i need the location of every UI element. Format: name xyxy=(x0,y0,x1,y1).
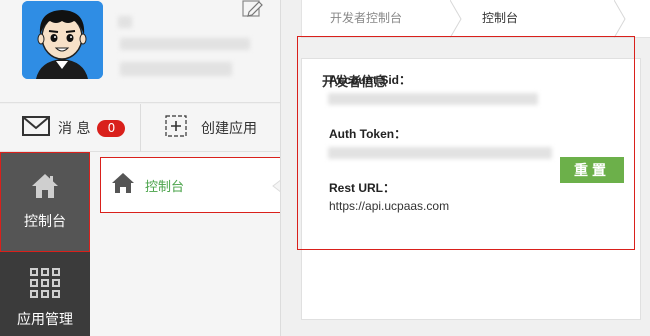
avatar[interactable] xyxy=(22,1,103,79)
main-content: 开发者控制台 控制台 开发者信息 Account Sid： Auth Token… xyxy=(280,0,650,336)
user-profile xyxy=(0,0,280,103)
subnav-label-console: 控制台 xyxy=(145,179,185,195)
console-page: 消 息 0 创建应用 控制台 应用管理 控制台 开发者控制台 控制台 开发者信息… xyxy=(0,0,650,336)
account-sid-value-redacted xyxy=(328,93,538,105)
sidebar-actions: 消 息 0 创建应用 xyxy=(0,104,280,152)
sub-nav: 控制台 xyxy=(90,152,287,336)
messages-button[interactable]: 消 息 0 xyxy=(0,104,140,152)
home-icon xyxy=(111,172,135,198)
envelope-icon xyxy=(22,116,50,140)
nav-label-console: 控制台 xyxy=(24,214,66,230)
auth-token-value-redacted xyxy=(328,147,552,159)
breadcrumb-item-console[interactable]: 控制台 xyxy=(482,0,518,37)
messages-label: 消 息 xyxy=(58,121,91,137)
main-nav: 控制台 应用管理 xyxy=(0,152,90,336)
add-app-icon xyxy=(165,115,187,141)
reset-button[interactable]: 重置 xyxy=(560,157,624,183)
grid-icon xyxy=(0,267,90,303)
username-redacted xyxy=(118,16,132,28)
create-app-label: 创建应用 xyxy=(201,121,257,137)
account-sid-label: Account Sid： xyxy=(329,73,412,87)
subnav-item-console[interactable]: 控制台 xyxy=(100,157,287,213)
home-icon xyxy=(1,171,89,205)
nav-label-app-management: 应用管理 xyxy=(17,312,73,328)
nav-item-app-management[interactable]: 应用管理 xyxy=(0,255,90,336)
nav-item-console[interactable]: 控制台 xyxy=(0,152,90,252)
breadcrumb: 开发者控制台 控制台 xyxy=(301,0,650,39)
rest-url-label: Rest URL： xyxy=(329,181,396,195)
create-app-button[interactable]: 创建应用 xyxy=(140,104,280,152)
edit-icon[interactable] xyxy=(240,0,264,18)
auth-token-label: Auth Token： xyxy=(329,127,407,141)
rest-url-value: https://api.ucpaas.com xyxy=(329,199,450,213)
messages-count-badge: 0 xyxy=(97,119,126,137)
breadcrumb-item-developer-console[interactable]: 开发者控制台 xyxy=(330,0,402,37)
user-info-redacted xyxy=(120,38,250,50)
credentials-highlight: Account Sid： Auth Token： 重置 Rest URL： ht… xyxy=(297,36,635,250)
user-info-redacted xyxy=(120,62,232,76)
